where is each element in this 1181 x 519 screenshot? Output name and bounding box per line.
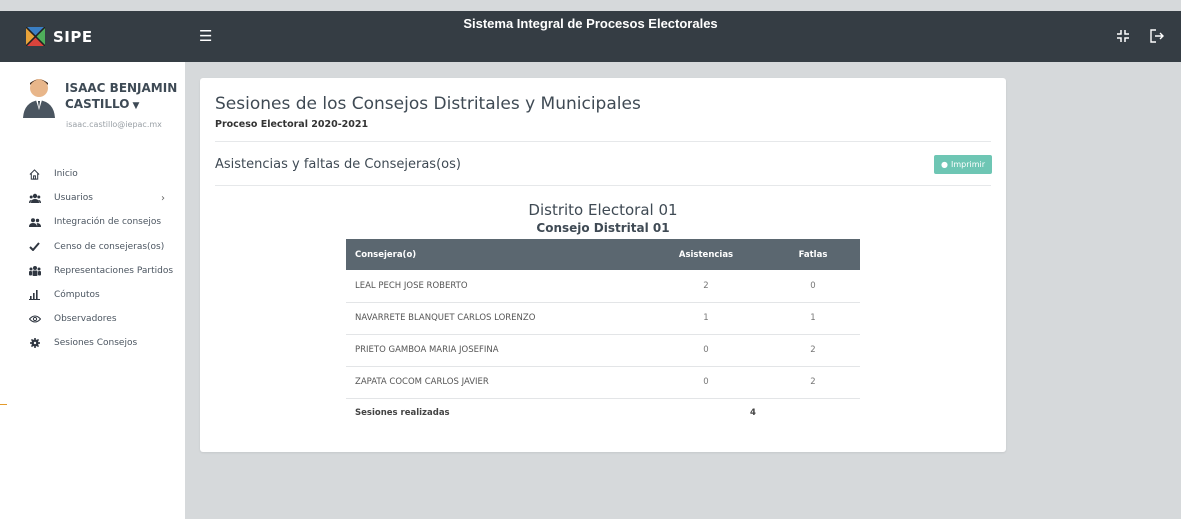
cell-name: PRIETO GAMBOA MARIA JOSEFINA <box>346 334 646 367</box>
district-title: Distrito Electoral 01 <box>528 201 678 219</box>
user-name[interactable]: ISAAC BENJAMIN CASTILLO ▼ <box>65 80 195 114</box>
cell-asistencias: 1 <box>646 302 766 335</box>
sidebar-menu: Inicio Usuarios › Integración de consejo… <box>0 162 185 356</box>
edge-marker <box>0 404 7 405</box>
bar-chart-icon <box>28 290 41 301</box>
page-subtitle: Proceso Electoral 2020-2021 <box>215 119 369 130</box>
sidebar-item-usuarios[interactable]: Usuarios › <box>0 186 185 210</box>
sidebar-item-integracion[interactable]: Integración de consejos <box>0 210 185 234</box>
cell-faltas: 2 <box>766 334 860 367</box>
cell-faltas: 0 <box>766 270 860 303</box>
chevron-right-icon: › <box>161 192 165 204</box>
divider <box>215 185 991 186</box>
total-row: Sesiones realizadas 4 <box>346 398 860 427</box>
cell-name: NAVARRETE BLANQUET CARLOS LORENZO <box>346 302 646 335</box>
home-icon <box>28 168 41 180</box>
table-row: LEAL PECH JOSE ROBERTO 2 0 <box>346 270 860 303</box>
print-icon: ● <box>940 160 948 169</box>
table-header-row: Consejera(o) Asistencias Fatlas <box>346 239 860 270</box>
user-email: isaac.castillo@iepac.mx <box>66 120 162 129</box>
sidebar-item-censo[interactable]: Censo de consejeras(os) <box>0 235 185 259</box>
cell-faltas: 2 <box>766 366 860 399</box>
table-row: ZAPATA COCOM CARLOS JAVIER 0 2 <box>346 366 860 399</box>
gear-icon <box>28 338 41 349</box>
check-icon <box>28 242 41 252</box>
party-icon <box>28 265 41 276</box>
logout-icon[interactable] <box>1150 29 1165 43</box>
cell-asistencias: 0 <box>646 334 766 367</box>
cell-name: ZAPATA COCOM CARLOS JAVIER <box>346 366 646 399</box>
cell-faltas: 1 <box>766 302 860 335</box>
cell-asistencias: 2 <box>646 270 766 303</box>
table-row: NAVARRETE BLANQUET CARLOS LORENZO 1 1 <box>346 302 860 335</box>
top-navbar: SIPE ☰ Sistema Integral de Procesos Elec… <box>0 11 1181 62</box>
content-card: Sesiones de los Consejos Distritales y M… <box>200 78 1006 452</box>
header-faltas: Fatlas <box>798 249 828 260</box>
sidebar-item-inicio[interactable]: Inicio <box>0 162 185 186</box>
avatar[interactable] <box>22 76 56 118</box>
table-row: PRIETO GAMBOA MARIA JOSEFINA 0 2 <box>346 334 860 367</box>
header-asistencias: Asistencias <box>678 249 734 260</box>
caret-down-icon: ▼ <box>132 101 140 111</box>
sidebar-item-representaciones[interactable]: Representaciones Partidos <box>0 259 185 283</box>
total-value: 4 <box>750 407 756 418</box>
council-title: Consejo Distrital 01 <box>536 221 670 235</box>
section-title: Asistencias y faltas de Consejeras(os) <box>215 157 461 172</box>
header-consejera: Consejera(o) <box>355 249 417 260</box>
sidebar-item-computos[interactable]: Cómputos <box>0 283 185 307</box>
group-icon <box>28 218 41 227</box>
cell-name: LEAL PECH JOSE ROBERTO <box>346 270 646 303</box>
sidebar-item-observadores[interactable]: Observadores <box>0 307 185 331</box>
users-icon <box>28 193 41 204</box>
attendance-table: Consejera(o) Asistencias Fatlas LEAL PEC… <box>346 239 860 427</box>
divider <box>215 141 991 142</box>
sidebar-item-sesiones[interactable]: Sesiones Consejos <box>0 331 185 355</box>
eye-icon <box>28 315 41 323</box>
sidebar: ISAAC BENJAMIN CASTILLO ▼ isaac.castillo@… <box>0 62 185 519</box>
total-label: Sesiones realizadas <box>355 407 450 418</box>
print-button[interactable]: ● Imprimir <box>934 155 992 174</box>
cell-asistencias: 0 <box>646 366 766 399</box>
system-title: Sistema Integral de Procesos Electorales <box>463 16 718 31</box>
page-title: Sesiones de los Consejos Distritales y M… <box>215 94 641 114</box>
fullscreen-icon[interactable] <box>1116 29 1130 43</box>
